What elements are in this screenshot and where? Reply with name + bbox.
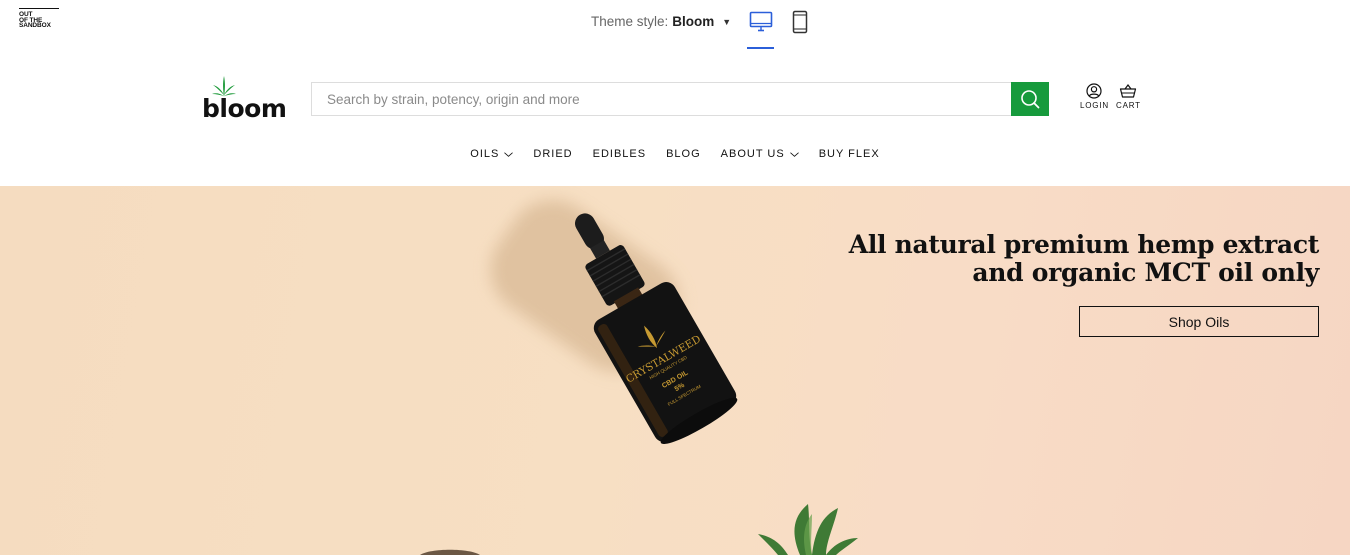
out-of-the-sandbox-logo[interactable]: OUT OF THE SANDBOX xyxy=(19,8,59,34)
search-icon xyxy=(1021,90,1040,109)
search-input[interactable] xyxy=(312,83,1011,115)
cart-icon xyxy=(1120,84,1137,98)
nav-item-label: OILS xyxy=(470,148,500,160)
mobile-icon xyxy=(792,10,808,34)
hero-banner: CRYSTALWEED HIGH QUALITY CBD CBD OIL 5% … xyxy=(0,186,1350,555)
theme-bar: OUT OF THE SANDBOX Theme style: Bloom ▼ xyxy=(0,0,1350,50)
nav-item-blog[interactable]: BLOG xyxy=(666,148,701,160)
mobile-preview-button[interactable] xyxy=(786,8,814,36)
main-navigation: OILS DRIED EDIBLES BLOG ABOUT US BUY FLE… xyxy=(0,148,1350,160)
desktop-icon xyxy=(749,11,773,32)
theme-style-value: Bloom xyxy=(672,14,715,29)
nav-item-label: BUY FLEX xyxy=(818,148,880,160)
search-bar xyxy=(311,82,1049,116)
theme-style-selector[interactable]: Theme style: Bloom ▼ xyxy=(591,14,731,29)
nav-item-edibles[interactable]: EDIBLES xyxy=(593,148,646,160)
nav-item-label: EDIBLES xyxy=(592,148,647,160)
bloom-logo[interactable]: bloom xyxy=(202,76,287,124)
logo-wordmark: bloom xyxy=(202,94,287,123)
nav-item-buy-flex[interactable]: BUY FLEX xyxy=(819,148,880,160)
nav-item-label: ABOUT US xyxy=(720,148,785,160)
logo-line: SANDBOX xyxy=(19,22,51,30)
chevron-down-icon xyxy=(504,151,514,157)
user-icon xyxy=(1086,83,1103,99)
active-device-indicator xyxy=(747,47,774,49)
chevron-down-icon xyxy=(789,151,799,157)
desktop-preview-button[interactable] xyxy=(747,8,775,36)
store-header: bloom LOGIN CART OILS xyxy=(0,50,1350,186)
nav-item-label: DRIED xyxy=(533,148,573,160)
nav-item-label: BLOG xyxy=(666,148,701,160)
cart-label: CART xyxy=(1116,101,1141,110)
login-button[interactable]: LOGIN xyxy=(1080,83,1109,110)
shop-oils-button[interactable]: Shop Oils xyxy=(1079,306,1319,337)
cart-button[interactable]: CART xyxy=(1116,83,1141,110)
hero-heading: All natural premium hemp extract and org… xyxy=(848,230,1320,287)
nav-item-oils[interactable]: OILS xyxy=(470,148,514,160)
chevron-down-icon: ▼ xyxy=(722,16,732,27)
theme-style-label: Theme style: xyxy=(591,14,669,29)
login-label: LOGIN xyxy=(1080,101,1109,110)
nav-item-about-us[interactable]: ABOUT US xyxy=(721,148,799,160)
nav-item-dried[interactable]: DRIED xyxy=(533,148,572,160)
search-button[interactable] xyxy=(1011,82,1049,116)
